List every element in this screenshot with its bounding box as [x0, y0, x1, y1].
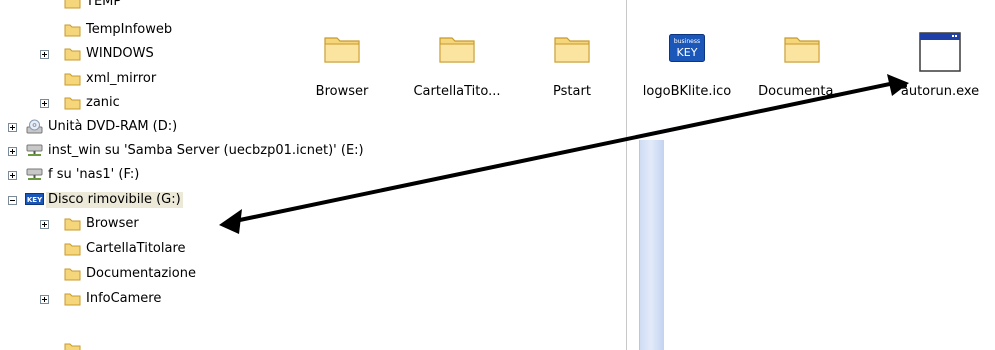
folder-icon [784, 37, 820, 63]
expand-toggle[interactable] [40, 295, 49, 304]
file-item-label: CartellaTito... [413, 84, 501, 99]
expand-toggle[interactable] [8, 171, 17, 180]
tree-item-label: xml_mirror [86, 71, 157, 86]
tree-item-label: Disco rimovibile (G:) [46, 192, 183, 208]
file-item-label: Documenta... [758, 84, 846, 99]
tree-item-label: TempInfoweb [86, 22, 173, 37]
dvd-drive-icon [26, 119, 43, 134]
tree-item-label: zanic [86, 95, 120, 110]
folder-icon [64, 97, 81, 110]
folder-icon [64, 343, 81, 350]
file-item-label: logoBKlite.ico [642, 84, 732, 99]
folder-icon [64, 268, 81, 281]
folder-icon [324, 37, 360, 63]
svg-text:business: business [674, 38, 700, 45]
folder-icon [554, 37, 590, 63]
expand-toggle[interactable] [40, 50, 49, 59]
file-item-label: Browser [315, 84, 369, 99]
tree-item-label: WINDOWS [86, 46, 154, 61]
svg-text:KEY: KEY [27, 196, 43, 204]
pane-splitter[interactable] [626, 0, 627, 350]
tree-item-label: TEMP [86, 0, 122, 9]
expand-toggle[interactable] [40, 99, 49, 108]
business-key-icon: business KEY [669, 34, 705, 62]
tree-item-label: InfoCamere [86, 291, 162, 306]
folder-icon [439, 37, 475, 63]
expand-toggle[interactable] [40, 220, 49, 229]
tree-item-label: Documentazione [86, 266, 196, 281]
application-window-icon [919, 32, 961, 72]
expand-toggle[interactable] [8, 147, 17, 156]
folder-tree-pane: TEMP TempInfoweb WINDOWS xml_mirror zani… [0, 0, 626, 350]
folder-icon [64, 243, 81, 256]
network-drive-icon [26, 144, 43, 156]
network-drive-icon [26, 168, 43, 180]
tree-item-label: Browser [86, 216, 139, 231]
folder-icon [64, 73, 81, 86]
expand-toggle[interactable] [8, 123, 17, 132]
folder-icon [64, 0, 81, 9]
business-key-drive-icon: KEY [25, 193, 44, 205]
tree-item-label: inst_win su 'Samba Server (uecbzp01.icne… [48, 143, 364, 158]
tree-item-label: f su 'nas1' (F:) [48, 167, 140, 182]
tree-item-label: CartellaTitolare [86, 241, 186, 256]
vertical-scrollbar[interactable] [639, 140, 664, 350]
tree-item-label: Unità DVD-RAM (D:) [48, 119, 178, 134]
folder-icon [64, 24, 81, 37]
folder-icon [64, 293, 81, 306]
folder-icon [64, 218, 81, 231]
file-item-label: autorun.exe [900, 84, 980, 99]
svg-text:KEY: KEY [677, 46, 698, 59]
folder-icon [64, 48, 81, 61]
collapse-toggle[interactable] [8, 196, 17, 205]
file-item-label: Pstart [553, 84, 591, 99]
